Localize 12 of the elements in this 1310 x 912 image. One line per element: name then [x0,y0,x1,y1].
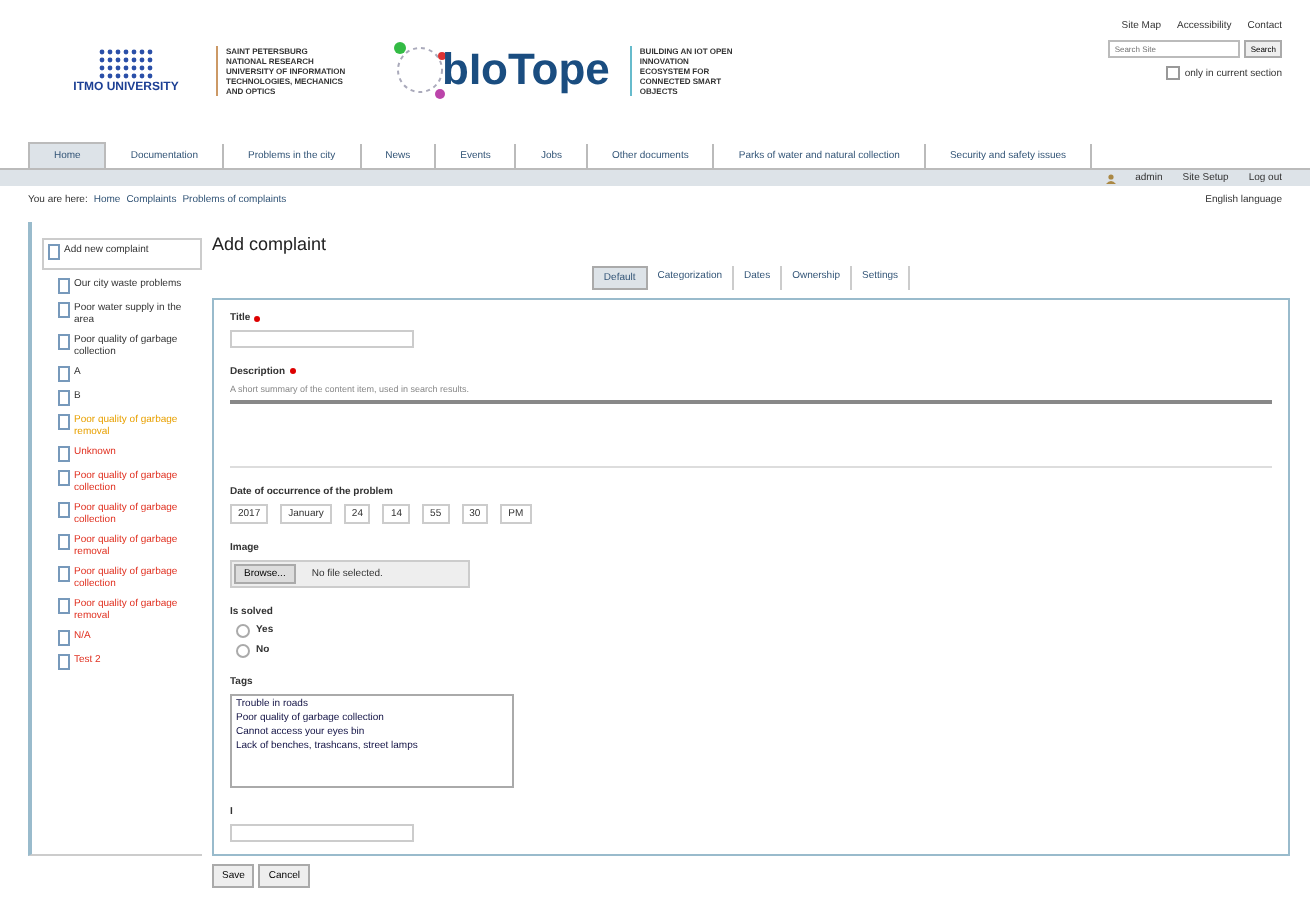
brand-logo: bIoTope [442,44,610,96]
required-icon [289,368,296,375]
text-field[interactable] [230,824,414,843]
page-title: Add complaint [212,234,329,254]
user-icon [1105,173,1116,183]
checkbox[interactable] [1166,66,1181,80]
radio-button[interactable] [236,643,250,658]
dots-logo-icon [96,46,156,82]
document-icon [48,244,60,260]
required-icon [254,315,261,321]
radio-button[interactable] [236,623,250,638]
title-field[interactable] [230,330,414,348]
